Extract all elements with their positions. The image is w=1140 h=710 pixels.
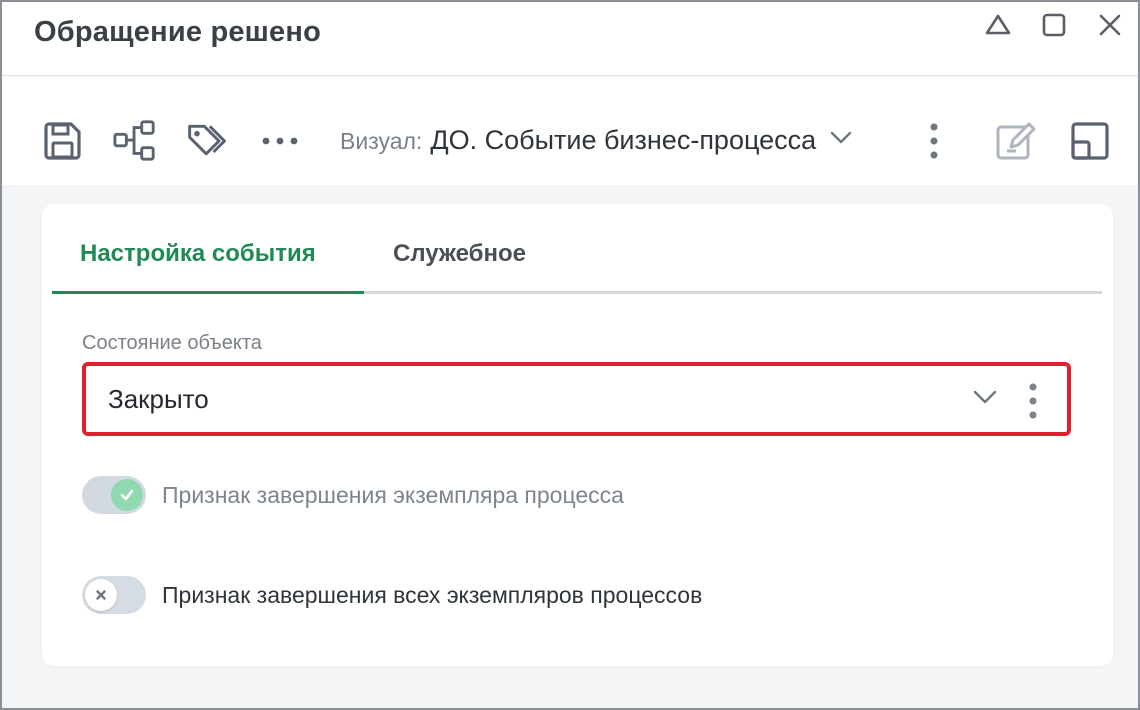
- toolbar: Визуал: ДО. Событие бизнес-процесса: [2, 77, 1138, 185]
- chevron-down-icon[interactable]: [973, 389, 997, 410]
- diagram-icon[interactable]: [113, 119, 157, 163]
- tag-icon[interactable]: [186, 119, 230, 163]
- toggle-complete-all-instances-label: Признак завершения всех экземпляров проц…: [162, 582, 703, 608]
- toggle-knob: [111, 479, 143, 511]
- visual-label: Визуал:: [340, 128, 423, 154]
- toggle-complete-all-instances[interactable]: [82, 576, 146, 614]
- window-controls: [970, 8, 1138, 42]
- collapse-icon[interactable]: [970, 8, 1026, 42]
- tab-bar: Настройка события Служебное: [52, 232, 1102, 294]
- object-state-value: Закрыто: [108, 384, 209, 414]
- x-icon: [96, 590, 106, 600]
- more-horizontal-icon[interactable]: [258, 119, 302, 163]
- layout-icon[interactable]: [1068, 119, 1112, 163]
- more-vertical-icon[interactable]: [1027, 381, 1039, 426]
- visual-selector[interactable]: Визуал: ДО. Событие бизнес-процесса: [340, 125, 852, 156]
- toggle-complete-instance-label: Признак завершения экземпляра процесса: [162, 482, 624, 508]
- title-bar: Обращение решено: [2, 2, 1138, 76]
- tab-service[interactable]: Служебное: [393, 240, 526, 268]
- settings-card: Настройка события Служебное Состояние об…: [42, 204, 1113, 666]
- object-state-select[interactable]: Закрыто: [82, 362, 1071, 436]
- tab-event-settings[interactable]: Настройка события: [80, 240, 316, 268]
- save-icon[interactable]: [40, 119, 84, 163]
- chevron-down-icon: [830, 131, 852, 150]
- close-icon[interactable]: [1082, 8, 1138, 42]
- visual-value: ДО. Событие бизнес-процесса: [430, 125, 817, 155]
- object-state-label: Состояние объекта: [82, 332, 262, 354]
- more-vertical-icon[interactable]: [912, 119, 956, 163]
- active-tab-indicator: [52, 291, 364, 294]
- toggle-complete-instance[interactable]: [82, 476, 146, 514]
- toggle-knob: [85, 579, 117, 611]
- edit-icon[interactable]: [994, 119, 1038, 163]
- window: Обращение решено Визуал: ДО. Событие биз…: [0, 0, 1140, 710]
- window-title: Обращение решено: [34, 16, 322, 48]
- maximize-icon[interactable]: [1026, 8, 1082, 42]
- check-icon: [120, 489, 134, 501]
